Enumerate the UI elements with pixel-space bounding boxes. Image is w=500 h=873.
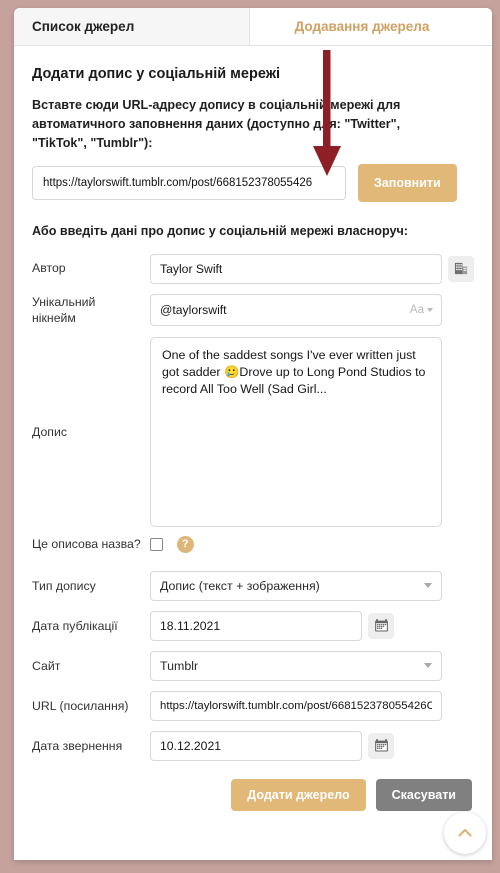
question-mark-icon[interactable]: ?	[176, 535, 194, 553]
descriptive-name-row: Це описова назва? ?	[32, 535, 474, 553]
post-textarea[interactable]	[150, 336, 442, 527]
page-title: Додати допис у соціальній мережі	[32, 66, 281, 82]
building-icon	[454, 263, 467, 275]
add-source-window: Список джерел Додавання джерела Додати д…	[14, 8, 492, 860]
tab-source-list[interactable]: Список джерел	[14, 8, 250, 45]
author-input[interactable]	[150, 253, 442, 284]
field-row-author: Автор	[32, 253, 474, 284]
site-select[interactable]: Tumblr	[150, 650, 442, 681]
descriptive-name-checkbox[interactable]	[149, 537, 163, 551]
site-control: Tumblr	[150, 650, 474, 681]
field-row-url: URL (посилання)	[32, 690, 474, 721]
access-date-input[interactable]	[150, 730, 362, 761]
field-row-publication-date: Дата публікації	[32, 610, 474, 641]
form-content: Додати допис у соціальній мережі Вставте…	[14, 46, 492, 860]
url-label: URL (посилання)	[32, 698, 129, 713]
add-source-button[interactable]: Додати джерело	[231, 778, 366, 811]
chevron-down-icon	[424, 663, 432, 669]
calendar-icon	[374, 739, 388, 752]
publication-date-control	[150, 610, 474, 641]
tab-add-source[interactable]: Додавання джерела	[250, 8, 492, 45]
nickname-label: Унікальний нікнейм	[32, 294, 96, 326]
url-control	[150, 690, 474, 721]
nickname-combo: Aa	[150, 294, 442, 327]
autofill-row: Заповнити	[32, 163, 474, 202]
autofill-helper-text: Вставте сюди URL-адресу допису в соціаль…	[32, 98, 401, 150]
field-row-access-date: Дата звернення	[32, 730, 474, 761]
access-date-calendar-button[interactable]	[368, 732, 394, 759]
post-type-select[interactable]: Допис (текст + зображення)	[150, 570, 442, 601]
author-control	[150, 253, 474, 284]
site-selected-value: Tumblr	[160, 658, 199, 673]
post-control	[150, 336, 474, 527]
url-input[interactable]	[150, 690, 442, 721]
post-type-selected-value: Допис (текст + зображення)	[160, 578, 320, 593]
post-label: Допис	[32, 424, 67, 439]
autofill-submit-button[interactable]: Заповнити	[358, 163, 457, 202]
access-date-control	[150, 730, 474, 761]
autofill-url-input[interactable]	[32, 165, 346, 200]
cancel-button[interactable]: Скасувати	[375, 778, 472, 811]
footer-actions: Додати джерело Скасувати	[32, 778, 474, 811]
field-row-nickname: Унікальний нікнейм Aa	[32, 294, 474, 327]
nickname-control: Aa	[150, 294, 474, 327]
tab-source-list-label: Список джерел	[32, 19, 135, 34]
descriptive-name-label: Це описова назва?	[32, 537, 141, 552]
author-label: Автор	[32, 261, 66, 276]
scroll-to-top-button[interactable]	[444, 812, 486, 854]
chevron-up-icon	[458, 828, 472, 837]
post-type-control: Допис (текст + зображення)	[150, 570, 474, 601]
building-icon-button[interactable]	[448, 255, 474, 282]
calendar-icon	[374, 619, 388, 632]
field-row-site: Сайт Tumblr	[32, 650, 474, 681]
chevron-down-icon	[424, 583, 432, 589]
tab-add-source-label: Додавання джерела	[294, 19, 430, 34]
field-row-post: Допис	[32, 336, 474, 527]
field-row-post-type: Тип допису Допис (текст + зображення)	[32, 570, 474, 601]
manual-entry-text: Або введіть дані про допис у соціальній …	[32, 223, 408, 238]
nickname-input[interactable]	[150, 294, 442, 327]
publication-date-input[interactable]	[150, 610, 362, 641]
access-date-label: Дата звернення	[32, 738, 123, 753]
publication-date-label: Дата публікації	[32, 618, 118, 633]
post-type-label: Тип допису	[32, 578, 96, 593]
site-label: Сайт	[32, 658, 61, 673]
publication-date-calendar-button[interactable]	[368, 612, 394, 639]
tab-bar: Список джерел Додавання джерела	[14, 8, 492, 46]
